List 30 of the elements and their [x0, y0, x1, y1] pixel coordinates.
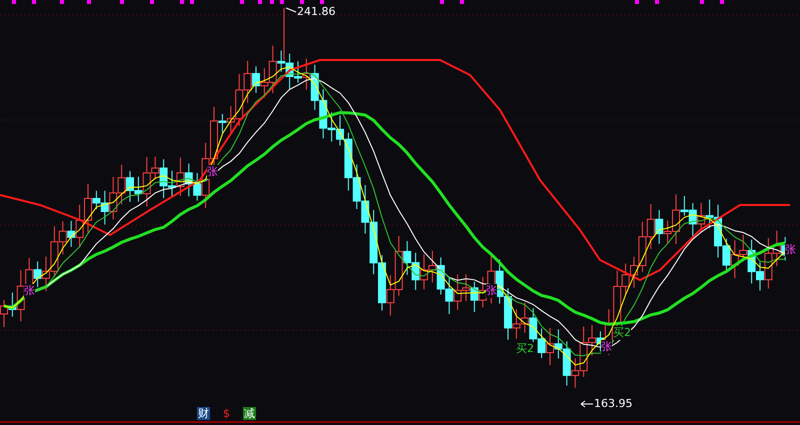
candlestick — [184, 163, 193, 197]
rise-signal-label: 张 — [601, 340, 612, 354]
candlestick — [370, 210, 378, 275]
candlestick — [428, 250, 436, 283]
candlestick — [118, 164, 126, 205]
buy-signal-label: 买2 — [516, 342, 534, 356]
candlestick — [646, 204, 655, 250]
rise-signal-label: 张 — [486, 284, 497, 298]
high-price-label: 241.86 — [297, 5, 336, 19]
candlestick — [361, 184, 370, 234]
candlestick — [445, 276, 454, 314]
candlestick — [412, 252, 420, 290]
indicator-tag[interactable]: 财 — [197, 407, 210, 420]
indicator-tag[interactable]: 减 — [243, 407, 256, 420]
indicator-tag[interactable]: $ — [222, 407, 231, 420]
candlestick — [520, 302, 529, 334]
rise-signal-label: 张 — [207, 165, 218, 179]
rise-signal-label: 张 — [785, 243, 796, 257]
candlestick — [730, 240, 739, 279]
rise-signal-label: 张 — [24, 284, 35, 298]
candlestick — [352, 164, 361, 210]
candlestick — [697, 202, 706, 234]
candlestick — [436, 256, 445, 295]
buy-signal-label: 买2 — [613, 326, 631, 340]
candlestick — [454, 274, 462, 310]
low-price-label: 163.95 — [594, 397, 632, 411]
high-marker-icon — [284, 8, 296, 60]
candlestick — [470, 281, 478, 313]
candlestick — [109, 176, 118, 220]
low-marker-icon — [580, 400, 594, 408]
